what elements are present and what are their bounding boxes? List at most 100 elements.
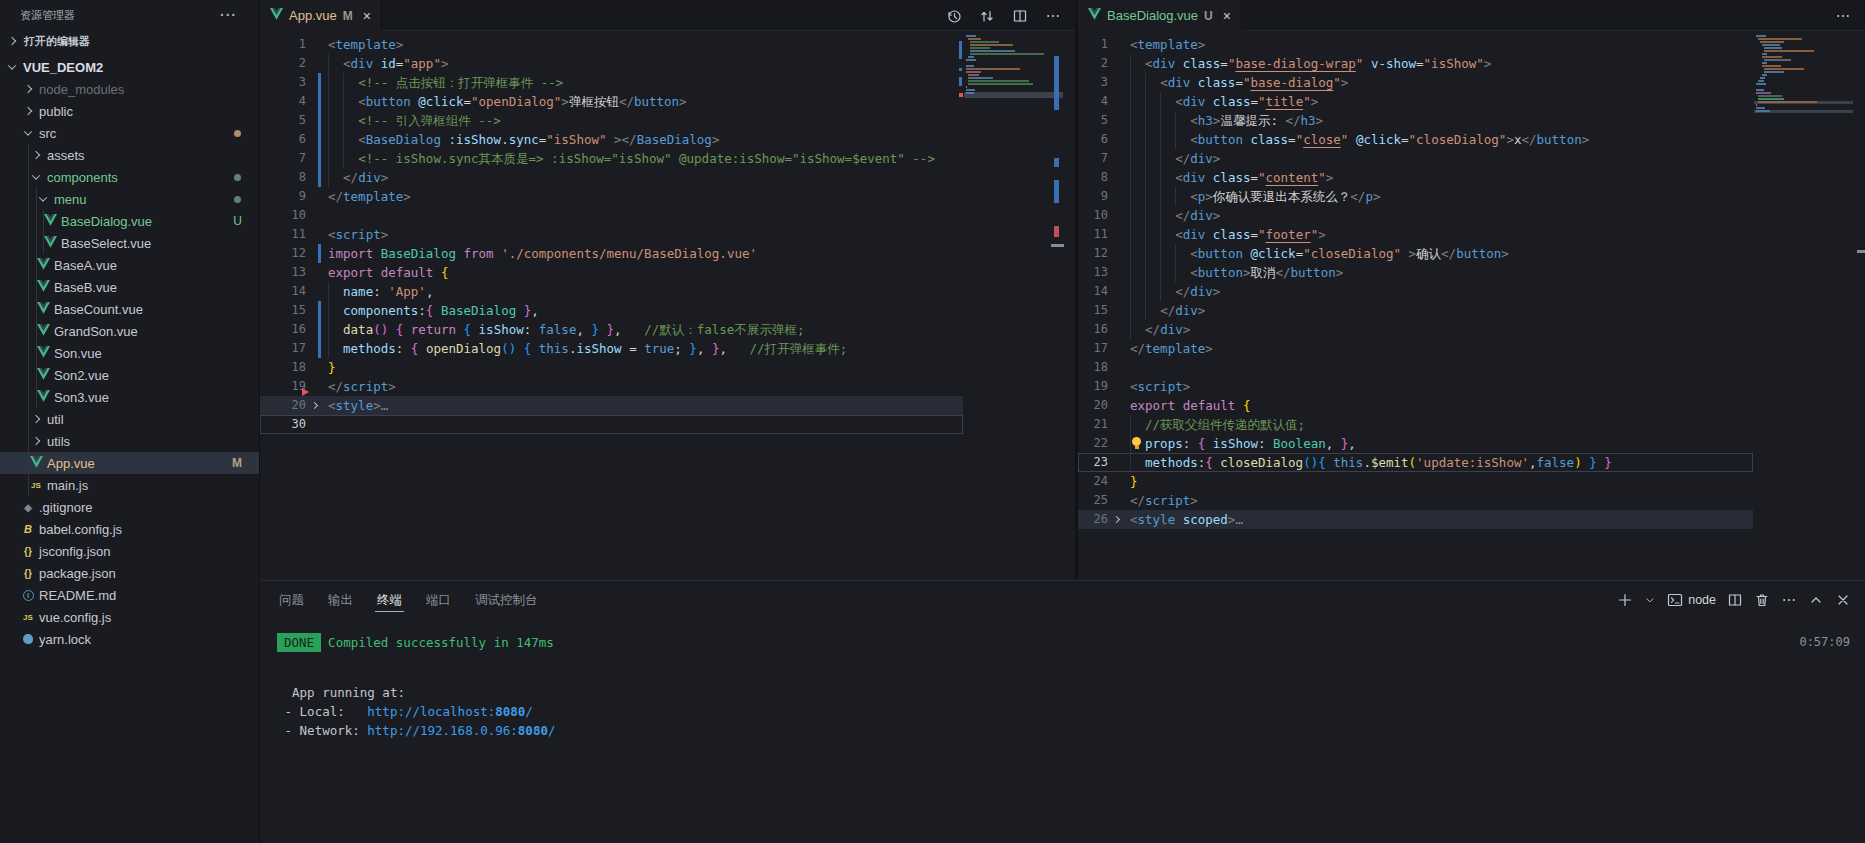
code-line-12[interactable]: 12import BaseDialog from './components/m… [260,244,963,263]
code-line-24[interactable]: 24} [1078,472,1753,491]
code-line-14[interactable]: 14 name: 'App', [260,282,963,301]
code-line-5[interactable]: 5 <h3>温馨提示: </h3> [1078,111,1753,130]
code-line-4[interactable]: 4 <div class="title"> [1078,92,1753,111]
more-icon[interactable] [1781,592,1797,608]
trash-icon[interactable] [1754,592,1770,608]
tree-item-main-js[interactable]: JSmain.js [0,474,259,496]
code-line-1[interactable]: 1<template> [260,35,963,54]
code-line-17[interactable]: 17</template> [1078,339,1753,358]
panel-tab-端口[interactable]: 端口 [424,581,453,619]
tab-app-vue[interactable]: App.vueM× [260,0,382,31]
tree-item-readme-md[interactable]: iREADME.md [0,584,259,606]
tree-item-grandson-vue[interactable]: GrandSon.vue [0,320,259,342]
code-line-20[interactable]: 20export default { [1078,396,1753,415]
tree-item-public[interactable]: public [0,100,259,122]
tree-item-basecount-vue[interactable]: BaseCount.vue [0,298,259,320]
code-line-8[interactable]: 8 </div> [260,168,963,187]
tree-item-baseselect-vue[interactable]: BaseSelect.vue [0,232,259,254]
close-tab-icon[interactable]: × [1223,8,1231,24]
more-icon[interactable] [1835,8,1851,24]
code-line-19[interactable]: 19</script> [260,377,963,396]
panel-tab-问题[interactable]: 问题 [277,581,306,619]
code-line-18[interactable]: 18} [260,358,963,377]
code-line-25[interactable]: 25</script> [1078,491,1753,510]
code-line-16[interactable]: 16 </div> [1078,320,1753,339]
tree-item-package-json[interactable]: {}package.json [0,562,259,584]
code-line-13[interactable]: 13export default { [260,263,963,282]
panel-tab-调试控制台[interactable]: 调试控制台 [473,581,540,619]
code-line-21[interactable]: 21 //获取父组件传递的默认值; [1078,415,1753,434]
code-line-11[interactable]: 11 <div class="footer"> [1078,225,1753,244]
tree-item-menu[interactable]: menu [0,188,259,210]
plus-icon[interactable] [1617,592,1633,608]
tree-item-baseb-vue[interactable]: BaseB.vue [0,276,259,298]
tree-item-yarn-lock[interactable]: yarn.lock [0,628,259,650]
tree-item-app-vue[interactable]: App.vueM [0,452,259,474]
chevron-up-icon[interactable] [1808,592,1824,608]
tab-basedialog-vue[interactable]: BaseDialog.vueU× [1078,0,1242,31]
tree-item-basedialog-vue[interactable]: BaseDialog.vueU [0,210,259,232]
code-line-8[interactable]: 8 <div class="content"> [1078,168,1753,187]
more-icon[interactable] [1045,8,1061,24]
open-editors-section[interactable]: 打开的编辑器 [0,30,259,52]
network-url-link[interactable]: http://192.168.0.96:8080/ [367,723,555,738]
fold-chevron-icon[interactable] [311,402,318,409]
code-line-10[interactable]: 10 </div> [1078,206,1753,225]
tree-item-son2-vue[interactable]: Son2.vue [0,364,259,386]
tree-item-utils[interactable]: utils [0,430,259,452]
tree-item-components[interactable]: components [0,166,259,188]
code-line-11[interactable]: 11<script> [260,225,963,244]
tree-item-son3-vue[interactable]: Son3.vue [0,386,259,408]
code-line-19[interactable]: 19<script> [1078,377,1753,396]
code-line-18[interactable]: 18 [1078,358,1753,377]
code-line-6[interactable]: 6 <BaseDialog :isShow.sync="isShow" ></B… [260,130,963,149]
tree-item-jsconfig-json[interactable]: {}jsconfig.json [0,540,259,562]
fold-chevron-icon[interactable] [1113,516,1120,523]
tree-item-assets[interactable]: assets [0,144,259,166]
tree-item-util[interactable]: util [0,408,259,430]
tree-item--gitignore[interactable]: ◆.gitignore [0,496,259,518]
tree-item-vue-deom2[interactable]: VUE_DEOM2 [0,56,259,78]
code-line-7[interactable]: 7 </div> [1078,149,1753,168]
code-line-1[interactable]: 1<template> [1078,35,1753,54]
code-line-4[interactable]: 4 <button @click="openDialog">弹框按钮</butt… [260,92,963,111]
code-line-17[interactable]: 17 methods: { openDialog() { this.isShow… [260,339,963,358]
close-icon[interactable] [1835,592,1851,608]
code-line-26[interactable]: 26<style scoped>… [1078,510,1753,529]
tree-item-vue-config-js[interactable]: JSvue.config.js [0,606,259,628]
close-tab-icon[interactable]: × [363,8,371,24]
code-line-3[interactable]: 3 <!-- 点击按钮：打开弹框事件 --> [260,73,963,92]
code-line-15[interactable]: 15 components:{ BaseDialog }, [260,301,963,320]
compare-icon[interactable] [979,8,995,24]
tree-item-son-vue[interactable]: Son.vue [0,342,259,364]
code-line-30[interactable]: 30 [260,415,963,434]
code-line-23[interactable]: 23 methods:{ closeDialog(){ this.$emit('… [1078,453,1753,472]
explorer-more-icon[interactable]: ··· [220,7,237,23]
code-line-10[interactable]: 10 [260,206,963,225]
history-icon[interactable] [946,8,962,24]
tree-item-node-modules[interactable]: node_modules [0,78,259,100]
code-area[interactable]: 1<template>2 <div class="base-dialog-wra… [1078,31,1753,529]
lightbulb-icon[interactable] [1132,437,1141,446]
code-line-5[interactable]: 5 <!-- 引入弹框组件 --> [260,111,963,130]
code-area[interactable]: 1<template>2 <div id="app">3 <!-- 点击按钮：打… [260,31,963,434]
code-line-20[interactable]: 20<style>… [260,396,963,415]
code-line-2[interactable]: 2 <div class="base-dialog-wrap" v-show="… [1078,54,1753,73]
code-line-7[interactable]: 7 <!-- isShow.sync其本质是=> :isShow="isShow… [260,149,963,168]
code-line-13[interactable]: 13 <button>取消</button> [1078,263,1753,282]
local-url-link[interactable]: http://localhost:8080/ [367,704,533,719]
code-line-9[interactable]: 9</template> [260,187,963,206]
terminal-instance-node[interactable]: node [1667,592,1716,608]
tree-item-basea-vue[interactable]: BaseA.vue [0,254,259,276]
code-line-15[interactable]: 15 </div> [1078,301,1753,320]
panel-tab-输出[interactable]: 输出 [326,581,355,619]
code-line-6[interactable]: 6 <button class="close" @click="closeDia… [1078,130,1753,149]
split-icon[interactable] [1727,592,1743,608]
code-line-16[interactable]: 16 data() { return { isShow: false, } },… [260,320,963,339]
code-line-2[interactable]: 2 <div id="app"> [260,54,963,73]
code-line-14[interactable]: 14 </div> [1078,282,1753,301]
chevron-down-icon[interactable] [1644,594,1656,606]
code-line-22[interactable]: 22 props: { isShow: Boolean, }, [1078,434,1753,453]
tree-item-babel-config-js[interactable]: Bbabel.config.js [0,518,259,540]
code-line-12[interactable]: 12 <button @click="closeDialog" >确认</but… [1078,244,1753,263]
